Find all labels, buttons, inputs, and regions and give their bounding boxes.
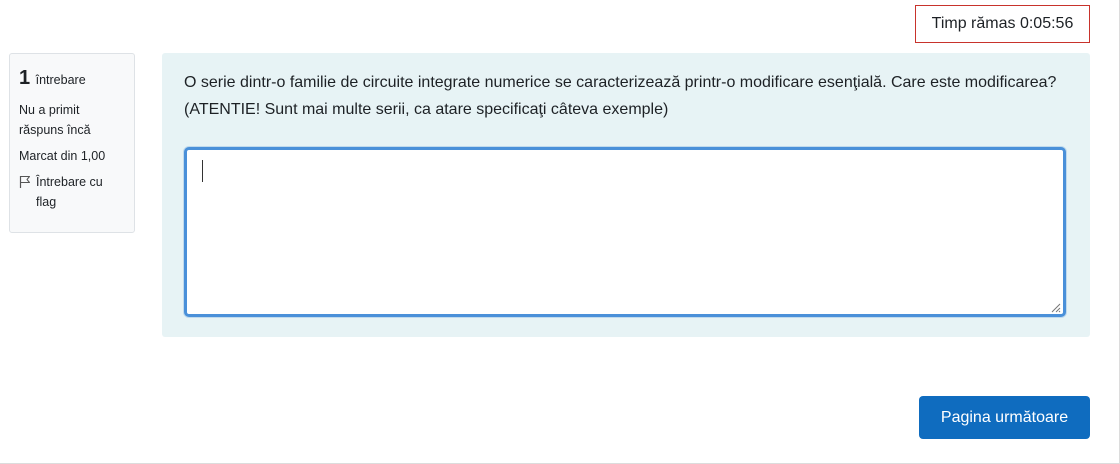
text-cursor bbox=[202, 160, 203, 182]
question-number: 1 bbox=[19, 67, 31, 89]
question-text: O serie dintr-o familie de circuite inte… bbox=[184, 74, 1057, 118]
flag-question-toggle[interactable]: Întrebare cu flag bbox=[19, 172, 125, 212]
question-number-label: întrebare bbox=[35, 73, 86, 87]
timer-label: Timp rămas bbox=[931, 15, 1016, 32]
flag-label[interactable]: Întrebare cu flag bbox=[36, 172, 125, 212]
question-marks: Marcat din 1,00 bbox=[19, 149, 106, 163]
timer-value: 0:05:56 bbox=[1019, 15, 1074, 32]
next-page-button[interactable]: Pagina următoare bbox=[919, 396, 1090, 439]
question-number-row: 1 întrebare bbox=[19, 62, 125, 94]
question-content: O serie dintr-o familie de circuite inte… bbox=[162, 53, 1090, 337]
resize-handle-icon[interactable] bbox=[1049, 300, 1061, 313]
quiz-page: Timp rămas 0:05:56 1 întrebare Nu a prim… bbox=[0, 0, 1120, 464]
flag-outline-icon[interactable] bbox=[19, 175, 31, 189]
time-remaining: Timp rămas 0:05:56 bbox=[915, 5, 1090, 43]
question-status: Nu a primit răspuns încă bbox=[19, 103, 91, 137]
question-info-panel: 1 întrebare Nu a primit răspuns încă Mar… bbox=[9, 53, 135, 233]
answer-textarea[interactable] bbox=[184, 147, 1066, 317]
